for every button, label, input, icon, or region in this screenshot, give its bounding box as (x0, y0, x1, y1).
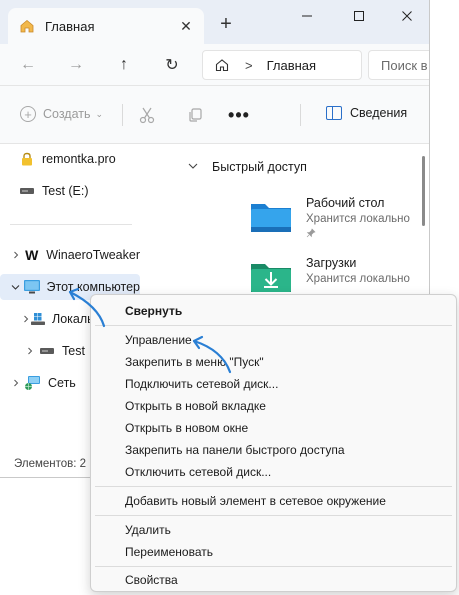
menu-separator (95, 486, 452, 487)
tab-label: Главная (45, 18, 95, 34)
menu-item-disconnect-network-drive[interactable]: Отключить сетевой диск... (125, 465, 271, 479)
menu-item-properties[interactable]: Свойства (125, 573, 178, 587)
item-title: Загрузки (306, 256, 357, 270)
tab-home[interactable]: Главная ✕ (8, 8, 204, 44)
menu-item-collapse[interactable]: Свернуть (125, 304, 182, 318)
nav-divider (10, 224, 132, 225)
item-subtitle: Хранится локально (306, 213, 410, 225)
back-button[interactable]: ← (14, 52, 42, 78)
close-window-button[interactable] (384, 0, 429, 32)
minimize-button[interactable] (284, 0, 330, 32)
copy-icon[interactable] (184, 104, 206, 126)
pin-icon (306, 228, 410, 241)
details-pane-button[interactable]: Сведения (326, 106, 407, 120)
chevron-down-icon[interactable] (8, 283, 23, 291)
scrollbar[interactable] (422, 156, 425, 226)
navigation-bar: ← → ↑ ↻ > Главная Поиск в (0, 44, 429, 86)
winaero-icon: W (25, 247, 39, 263)
divider (122, 104, 123, 126)
nav-item-winaerotweaker[interactable]: W WinaeroTweaker (0, 242, 140, 268)
menu-item-open-new-tab[interactable]: Открыть в новой вкладке (125, 399, 266, 413)
menu-item-rename[interactable]: Переименовать (125, 545, 213, 559)
plus-icon: + (20, 106, 36, 122)
quick-access-title: Быстрый доступ (212, 160, 307, 174)
menu-item-add-network-location[interactable]: Добавить новый элемент в сетевое окружен… (125, 494, 386, 508)
divider (300, 104, 301, 126)
menu-separator (95, 566, 452, 567)
up-button[interactable]: ↑ (110, 52, 138, 78)
item-title: Рабочий стол (306, 196, 385, 210)
address-bar[interactable]: > Главная (202, 50, 362, 80)
drive-icon (18, 183, 36, 199)
maximize-button[interactable] (336, 0, 382, 32)
nav-item-label: Test (E:) (42, 184, 89, 198)
quick-access-item-desktop[interactable]: Рабочий стол Хранится локально (248, 196, 410, 241)
home-icon (18, 17, 36, 35)
drive-icon (38, 343, 56, 359)
breadcrumb-separator-icon: > (245, 57, 253, 73)
nav-item-test-e[interactable]: Test (E:) (0, 178, 140, 204)
chevron-right-icon[interactable] (8, 251, 23, 259)
details-pane-icon (326, 106, 342, 120)
chevron-right-icon[interactable] (22, 315, 30, 323)
cut-icon[interactable] (136, 104, 158, 126)
nav-item-label: Этот компьютер (46, 280, 140, 294)
menu-item-manage[interactable]: Управление (125, 333, 192, 347)
nav-item-label: remontka.pro (42, 152, 116, 166)
computer-icon (23, 279, 41, 295)
create-label: Создать (43, 107, 91, 121)
quick-access-item-downloads[interactable]: Загрузки Хранится локально (248, 256, 410, 296)
command-bar: + Создать ⌄ ••• Сведения (0, 86, 429, 144)
quick-access-header[interactable]: Быстрый доступ (188, 160, 307, 174)
home-outline-icon[interactable] (213, 56, 231, 74)
new-tab-button[interactable]: + (214, 12, 238, 36)
context-menu: Свернуть Управление Закрепить в меню "Пу… (90, 294, 457, 592)
nav-item-label: WinaeroTweaker (46, 248, 140, 262)
tab-close-icon[interactable]: ✕ (174, 14, 198, 38)
menu-item-open-new-window[interactable]: Открыть в новом окне (125, 421, 248, 435)
chevron-down-icon: ⌄ (95, 108, 104, 119)
search-input[interactable]: Поиск в (368, 50, 429, 80)
menu-item-pin-to-start[interactable]: Закрепить в меню "Пуск" (125, 355, 264, 369)
menu-separator (95, 515, 452, 516)
nav-item-remontka[interactable]: remontka.pro (0, 146, 140, 172)
more-options-icon[interactable]: ••• (228, 104, 250, 126)
menu-item-pin-quick-access[interactable]: Закрепить на панели быстрого доступа (125, 443, 345, 457)
chevron-right-icon[interactable] (22, 347, 38, 355)
item-subtitle: Хранится локально (306, 273, 410, 285)
desktop-folder-icon (248, 196, 294, 236)
nav-item-label: Сеть (48, 376, 76, 390)
chevron-down-icon (188, 161, 198, 173)
nav-item-label: Test (62, 344, 85, 358)
breadcrumb[interactable]: Главная (267, 58, 316, 73)
menu-item-map-network-drive[interactable]: Подключить сетевой диск... (125, 377, 278, 391)
lock-icon (18, 151, 36, 167)
create-button[interactable]: + Создать ⌄ (20, 106, 103, 122)
downloads-folder-icon (248, 256, 294, 296)
menu-item-delete[interactable]: Удалить (125, 523, 171, 537)
forward-button[interactable]: → (62, 52, 90, 78)
chevron-right-icon[interactable] (8, 379, 24, 387)
title-bar: Главная ✕ + (0, 0, 429, 44)
network-icon (24, 375, 42, 391)
menu-separator (95, 325, 452, 326)
windows-drive-icon (30, 311, 46, 327)
details-label: Сведения (350, 106, 408, 120)
refresh-button[interactable]: ↻ (158, 52, 186, 78)
